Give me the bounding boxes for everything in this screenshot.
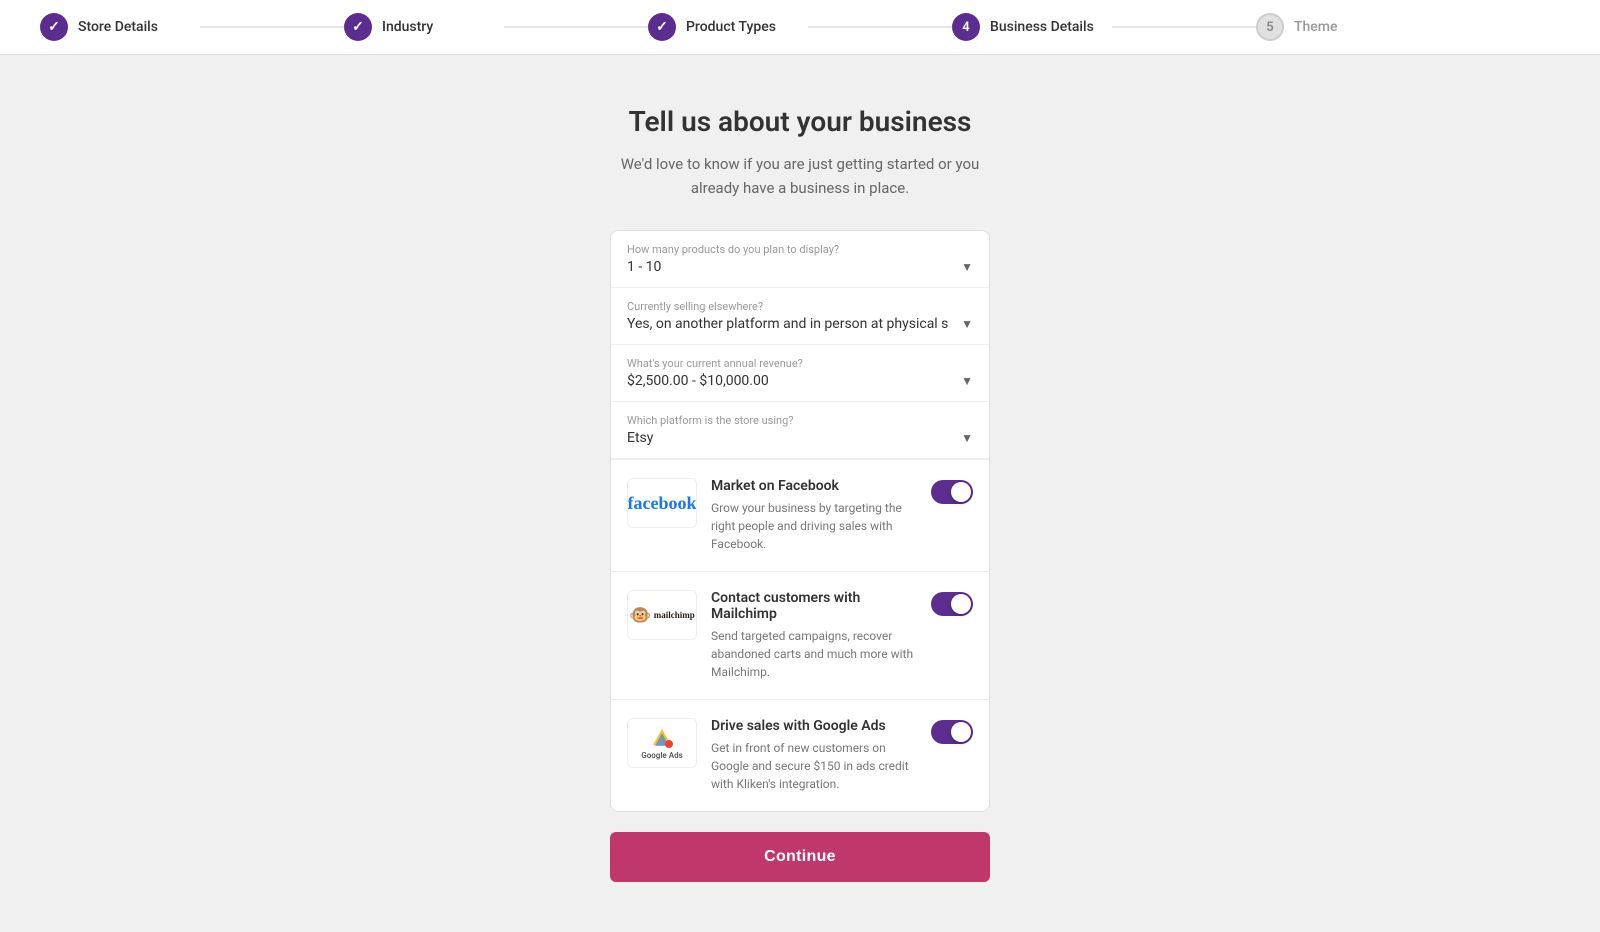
google-ads-icon	[651, 727, 673, 749]
google-ads-title: Drive sales with Google Ads	[711, 718, 917, 734]
revenue-value-row: $2,500.00 - $10,000.00 ▼	[627, 373, 973, 389]
platform-arrow-icon: ▼	[961, 431, 973, 445]
platform-value-row: Etsy ▼	[627, 430, 973, 446]
google-ads-integration: Google Ads Drive sales with Google Ads G…	[611, 699, 989, 811]
facebook-title: Market on Facebook	[711, 478, 917, 494]
platform-dropdown[interactable]: Which platform is the store using? Etsy …	[611, 402, 989, 459]
mailchimp-content: Contact customers with Mailchimp Send ta…	[711, 590, 917, 681]
step-label-product-types: Product Types	[686, 19, 776, 35]
step-label-store-details: Store Details	[78, 19, 158, 35]
products-dropdown[interactable]: How many products do you plan to display…	[611, 231, 989, 288]
facebook-desc: Grow your business by targeting the righ…	[711, 499, 917, 553]
products-label: How many products do you plan to display…	[627, 243, 973, 256]
mailchimp-title: Contact customers with Mailchimp	[711, 590, 917, 622]
google-ads-desc: Get in front of new customers on Google …	[711, 739, 917, 793]
products-value-row: 1 - 10 ▼	[627, 259, 973, 275]
progress-bar: ✓ Store Details ✓ Industry ✓ Product Typ…	[0, 0, 1600, 55]
revenue-selected: $2,500.00 - $10,000.00	[627, 373, 769, 389]
step-label-business-details: Business Details	[990, 19, 1094, 35]
mailchimp-integration: 🐵 mailchimp Contact customers with Mailc…	[611, 571, 989, 699]
step-label-industry: Industry	[382, 19, 433, 35]
google-ads-toggle[interactable]	[931, 720, 973, 744]
step-number-business: 4	[962, 20, 969, 35]
step-indicator-business-details: 4	[952, 13, 980, 41]
checkmark-icon-2: ✓	[352, 19, 364, 35]
mailchimp-monkey-icon: 🐵	[629, 605, 651, 626]
products-arrow-icon: ▼	[961, 260, 973, 274]
google-ads-content: Drive sales with Google Ads Get in front…	[711, 718, 917, 793]
step-industry[interactable]: ✓ Industry	[344, 13, 648, 41]
selling-label: Currently selling elsewhere?	[627, 300, 973, 313]
facebook-integration: facebook Market on Facebook Grow your bu…	[611, 459, 989, 571]
selling-value-row: Yes, on another platform and in person a…	[627, 316, 973, 332]
facebook-wordmark: facebook	[628, 493, 697, 514]
step-indicator-industry: ✓	[344, 13, 372, 41]
step-indicator-store-details: ✓	[40, 13, 68, 41]
step-label-theme: Theme	[1294, 19, 1338, 35]
mailchimp-toggle[interactable]	[931, 592, 973, 616]
facebook-content: Market on Facebook Grow your business by…	[711, 478, 917, 553]
products-selected: 1 - 10	[627, 259, 661, 275]
step-indicator-product-types: ✓	[648, 13, 676, 41]
platform-label: Which platform is the store using?	[627, 414, 973, 427]
facebook-logo: facebook	[627, 478, 697, 528]
form-card: How many products do you plan to display…	[610, 230, 990, 812]
platform-selected: Etsy	[627, 430, 653, 446]
step-store-details[interactable]: ✓ Store Details	[40, 13, 344, 41]
mailchimp-logo: 🐵 mailchimp	[627, 590, 697, 640]
google-ads-toggle-knob	[951, 722, 971, 742]
selling-arrow-icon: ▼	[961, 317, 973, 331]
google-ads-logo: Google Ads	[627, 718, 697, 768]
facebook-toggle-knob	[951, 482, 971, 502]
selling-selected: Yes, on another platform and in person a…	[627, 316, 948, 332]
checkmark-icon: ✓	[48, 19, 60, 35]
mailchimp-toggle-knob	[951, 594, 971, 614]
step-number-theme: 5	[1266, 20, 1273, 35]
selling-dropdown[interactable]: Currently selling elsewhere? Yes, on ano…	[611, 288, 989, 345]
page-subtitle: We'd love to know if you are just gettin…	[600, 152, 1000, 200]
facebook-toggle[interactable]	[931, 480, 973, 504]
revenue-dropdown[interactable]: What's your current annual revenue? $2,5…	[611, 345, 989, 402]
step-indicator-theme: 5	[1256, 13, 1284, 41]
continue-button[interactable]: Continue	[610, 832, 990, 882]
mailchimp-desc: Send targeted campaigns, recover abandon…	[711, 627, 917, 681]
step-theme[interactable]: 5 Theme	[1256, 13, 1560, 41]
step-business-details[interactable]: 4 Business Details	[952, 13, 1256, 41]
google-ads-wordmark: Google Ads	[641, 751, 682, 760]
revenue-label: What's your current annual revenue?	[627, 357, 973, 370]
revenue-arrow-icon: ▼	[961, 374, 973, 388]
step-product-types[interactable]: ✓ Product Types	[648, 13, 952, 41]
mailchimp-wordmark: mailchimp	[654, 610, 695, 620]
main-content: Tell us about your business We'd love to…	[0, 55, 1600, 932]
page-title: Tell us about your business	[629, 105, 972, 138]
checkmark-icon-3: ✓	[656, 19, 668, 35]
